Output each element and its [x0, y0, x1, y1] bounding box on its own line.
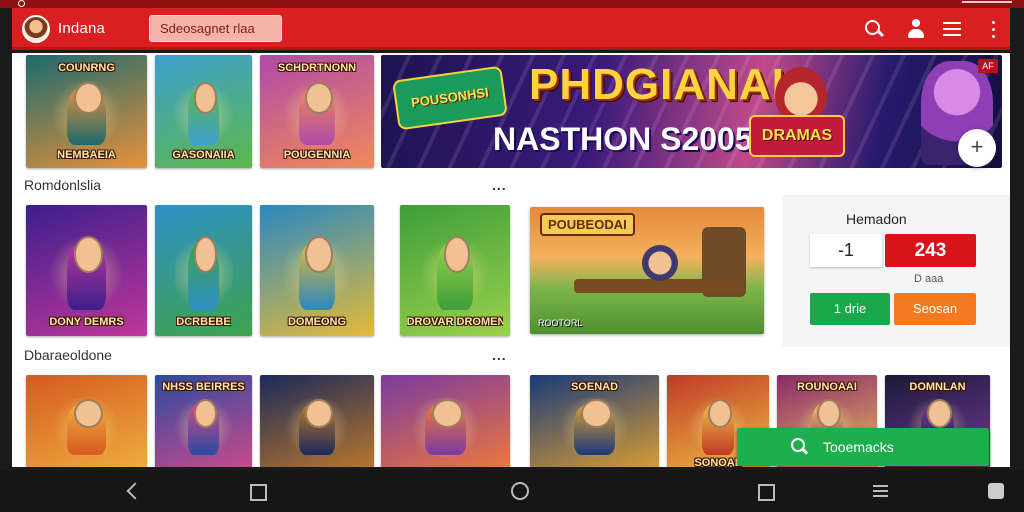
- avatar[interactable]: [22, 15, 50, 43]
- game-tile[interactable]: GASONAIIA: [155, 55, 252, 168]
- character-art: [437, 236, 473, 310]
- character-art: [67, 398, 106, 455]
- character-art: [642, 245, 678, 281]
- game-title: DCRBEBE: [176, 316, 231, 329]
- recent-apps-icon[interactable]: [248, 482, 267, 501]
- game-tile[interactable]: NHSS BEIRRES: [155, 375, 252, 467]
- featured-banner[interactable]: POUSONHSI PHDGIANAI NASTHON S2005 DRAMAS…: [381, 55, 1002, 168]
- status-bar: [0, 0, 1024, 8]
- quantity-stepper[interactable]: -1: [810, 234, 882, 267]
- game-tile[interactable]: DOMEONG: [260, 205, 374, 336]
- game-title: SCHDRTNONN: [277, 61, 357, 74]
- scene-art: [574, 279, 744, 293]
- home-icon[interactable]: [511, 482, 529, 500]
- game-subtitle: POUGENNIA: [283, 149, 351, 162]
- banner-subtitle: NASTHON S2005: [493, 121, 753, 157]
- game-subtitle: GASONAIIA: [172, 149, 235, 162]
- game-title: NHSS BEIRRES: [162, 381, 245, 393]
- section-title-recommended: Romdonlslia: [24, 177, 102, 193]
- game-tile[interactable]: [260, 375, 374, 467]
- score-button[interactable]: 243: [885, 234, 976, 267]
- game-title: DOMEONG: [287, 316, 347, 329]
- character-art: [187, 236, 219, 310]
- score-panel: Hemadon -1 243 D aaa 1 drie Seosan: [782, 195, 1010, 347]
- section-title-second: Dbaraeoldone: [24, 347, 112, 363]
- search-input[interactable]: Sdeosagnet rlaa: [149, 15, 282, 42]
- character-art: [67, 81, 106, 146]
- game-tile[interactable]: [381, 375, 510, 467]
- game-subtitle: NEMBAEIA: [57, 149, 116, 162]
- signal-icon: [962, 1, 1012, 6]
- notification-icon: [18, 0, 25, 7]
- more-vert-icon[interactable]: [982, 18, 1004, 40]
- game-meta: ROOTORL: [538, 318, 583, 328]
- device-screen: Indana Sdeosagnet rlaa COUNRNG NEMBAEIA …: [0, 0, 1024, 512]
- search-button[interactable]: Tooemacks: [737, 428, 989, 466]
- game-tile[interactable]: SOENAD: [530, 375, 659, 467]
- game-title: COUNRNG: [58, 61, 115, 74]
- section-more-button[interactable]: ...: [492, 177, 507, 193]
- main-content: COUNRNG NEMBAEIA GASONAIIA SCHDRTNONN PO…: [12, 53, 1010, 467]
- list-icon[interactable]: [941, 18, 963, 40]
- puzzle-icon[interactable]: [987, 482, 1005, 500]
- add-icon[interactable]: +: [958, 129, 996, 167]
- panel-title: Hemadon: [846, 211, 907, 227]
- character-art: [298, 398, 336, 455]
- game-title: POUBEODAI: [540, 213, 635, 236]
- game-tile[interactable]: [26, 375, 147, 467]
- app-title: Indana: [58, 20, 106, 37]
- character-art: [298, 236, 336, 310]
- overview-icon[interactable]: [756, 482, 775, 501]
- app-bar: Indana Sdeosagnet rlaa: [12, 8, 1010, 50]
- character-art: [573, 398, 616, 455]
- search-button-label: Tooemacks: [823, 439, 894, 455]
- character-art: [67, 236, 106, 310]
- character-art: [424, 398, 467, 455]
- game-tile[interactable]: DCRBEBE: [155, 205, 252, 336]
- featured-game-tile[interactable]: POUBEODAI ROOTORL: [530, 207, 764, 334]
- character-art: [187, 398, 219, 455]
- banner-title: PHDGIANAI: [529, 60, 785, 109]
- game-tile[interactable]: SCHDRTNONN POUGENNIA: [260, 55, 374, 168]
- banner-badge: DRAMAS: [749, 115, 845, 157]
- season-button[interactable]: Seosan: [894, 293, 976, 325]
- game-tile[interactable]: DROVAR DROMENK: [400, 205, 510, 336]
- game-title: DOMNLAN: [909, 381, 966, 393]
- search-icon: [791, 438, 808, 455]
- panel-note: D aaa: [914, 273, 944, 285]
- game-title: DROVAR DROMENK: [406, 316, 504, 329]
- menu-icon[interactable]: [872, 482, 890, 500]
- character-art: [187, 81, 219, 146]
- game-tile[interactable]: DONY DEMRS: [26, 205, 147, 336]
- account-icon[interactable]: [905, 18, 927, 40]
- character-art: [701, 398, 735, 455]
- game-title: DONY DEMRS: [49, 316, 124, 329]
- back-icon[interactable]: [124, 482, 142, 500]
- game-tile[interactable]: COUNRNG NEMBAEIA: [26, 55, 147, 168]
- confirm-button[interactable]: 1 drie: [810, 293, 890, 325]
- system-nav-bar: [0, 470, 1024, 512]
- game-title: SOENAD: [570, 381, 619, 393]
- game-title: ROUNOAAI: [797, 381, 857, 393]
- character-art: [298, 81, 336, 146]
- search-icon[interactable]: [863, 18, 885, 40]
- section-more-button[interactable]: ...: [492, 347, 507, 363]
- banner-corner-badge: AF: [978, 59, 998, 73]
